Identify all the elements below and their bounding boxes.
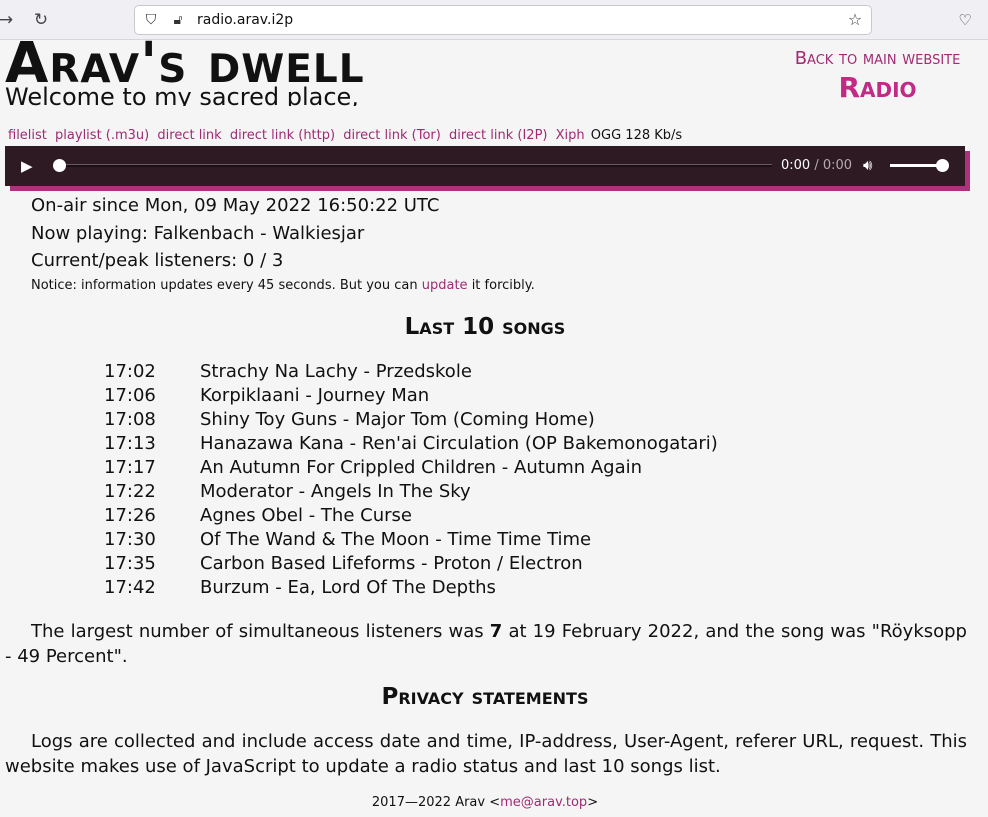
list-item: 17:06 Korpiklaani - Journey Man <box>104 384 718 408</box>
record-text-before: The largest number of simultaneous liste… <box>31 621 490 642</box>
list-item: 17:17 An Autumn For Crippled Children - A… <box>104 456 718 480</box>
audio-player: ▶ 0:00 / 0:00 🔊︎ <box>5 146 965 186</box>
site-title: Arav's dwelling <box>5 40 365 96</box>
footer-text-after: > <box>587 795 599 810</box>
time-display: 0:00 / 0:00 <box>781 158 852 173</box>
time-separator: / <box>810 158 823 173</box>
list-item: 17:13 Hanazawa Kana - Ren'ai Circulation … <box>104 432 718 456</box>
lock-warning-icon[interactable]: 🔓︎ <box>170 12 186 28</box>
current-time: 0:00 <box>781 158 811 173</box>
direct-link-tor[interactable]: direct link (Tor) <box>343 128 441 143</box>
stream-links: filelist playlist (.m3u) direct link dir… <box>8 128 686 143</box>
page-title: Radio <box>838 71 917 104</box>
list-item: 17:22 Moderator - Angels In The Sky <box>104 480 718 504</box>
volume-slider[interactable] <box>890 164 942 167</box>
notice-text-after: it forcibly. <box>467 278 535 293</box>
notice-text-before: Notice: information updates every 45 sec… <box>31 278 422 293</box>
record-count: 7 <box>489 621 503 642</box>
song-time: 17:26 <box>104 505 156 526</box>
song-title: Burzum - Ea, Lord Of The Depths <box>200 577 496 598</box>
song-time: 17:22 <box>104 481 156 502</box>
listeners-count: Current/peak listeners: 0 / 3 <box>31 250 284 271</box>
reload-icon[interactable]: ↻ <box>31 10 51 30</box>
last-songs-list: 17:02 Strachy Na Lachy - Przedskole 17:06… <box>104 360 718 600</box>
song-time: 17:13 <box>104 433 156 454</box>
seek-handle[interactable] <box>53 159 66 172</box>
song-title: Of The Wand & The Moon - Time Time Time <box>200 529 592 550</box>
shield-icon[interactable]: ⛉ <box>143 12 159 28</box>
filelist-link[interactable]: filelist <box>8 128 47 143</box>
song-title: Shiny Toy Guns - Major Tom (Coming Home) <box>200 409 595 430</box>
xiph-link[interactable]: Xiph <box>556 128 585 143</box>
back-to-main-link[interactable]: Back to main website <box>780 48 975 69</box>
header-nav: Back to main website Radio <box>780 48 975 104</box>
list-item: 17:30 Of The Wand & The Moon - Time Time … <box>104 528 718 552</box>
list-item: 17:08 Shiny Toy Guns - Major Tom (Coming … <box>104 408 718 432</box>
song-title: Korpiklaani - Journey Man <box>200 385 430 406</box>
now-playing: Now playing: Falkenbach - Walkiesjar <box>31 222 365 244</box>
volume-handle[interactable] <box>936 159 949 172</box>
url-text[interactable]: radio.arav.i2p <box>197 12 293 28</box>
bookmark-star-icon[interactable]: ☆ <box>847 12 863 28</box>
direct-link[interactable]: direct link <box>157 128 221 143</box>
volume-icon[interactable]: 🔊︎ <box>863 156 881 174</box>
footer-text-before: 2017—2022 Arav < <box>371 795 501 810</box>
song-time: 17:02 <box>104 361 156 382</box>
update-notice: Notice: information updates every 45 sec… <box>31 278 535 293</box>
site-title-block: Arav's dwelling Welcome to my sacred pla… <box>5 40 365 106</box>
browser-toolbar: → ↻ ⛉ 🔓︎ radio.arav.i2p ☆ ♡ <box>0 0 988 40</box>
site-subtitle: Welcome to my sacred place, wanderer <box>5 83 365 106</box>
stream-format: OGG 128 Kb/s <box>590 128 683 143</box>
playlist-link[interactable]: playlist (.m3u) <box>55 128 149 143</box>
pocket-icon[interactable]: ♡ <box>955 10 975 30</box>
update-link[interactable]: update <box>422 278 468 293</box>
list-item: 17:42 Burzum - Ea, Lord Of The Depths <box>104 576 718 600</box>
footer: 2017—2022 Arav <me@arav.top> <box>0 795 970 810</box>
list-item: 17:02 Strachy Na Lachy - Przedskole <box>104 360 718 384</box>
privacy-heading: Privacy statements <box>381 684 589 710</box>
listeners-record: The largest number of simultaneous liste… <box>5 619 967 669</box>
back-arrow-icon[interactable]: → <box>0 10 16 30</box>
privacy-text: Logs are collected and include access da… <box>5 731 967 777</box>
song-time: 17:42 <box>104 577 156 598</box>
email-link[interactable]: me@arav.top <box>500 795 587 810</box>
play-icon[interactable]: ▶ <box>21 157 39 175</box>
song-time: 17:30 <box>104 529 156 550</box>
last-songs-heading: Last 10 songs <box>404 314 566 340</box>
seek-bar[interactable] <box>60 164 772 167</box>
song-title: Hanazawa Kana - Ren'ai Circulation (OP B… <box>200 433 718 454</box>
song-title: An Autumn For Crippled Children - Autumn… <box>200 457 643 478</box>
on-air-since: On-air since Mon, 09 May 2022 16:50:22 U… <box>31 195 440 216</box>
duration: 0:00 <box>822 158 853 173</box>
song-time: 17:08 <box>104 409 156 430</box>
song-time: 17:35 <box>104 553 156 574</box>
radio-status: On-air since Mon, 09 May 2022 16:50:22 U… <box>31 192 439 275</box>
song-title: Moderator - Angels In The Sky <box>200 481 471 502</box>
direct-link-i2p[interactable]: direct link (I2P) <box>449 128 548 143</box>
song-title: Agnes Obel - The Curse <box>200 505 412 526</box>
song-time: 17:06 <box>104 385 156 406</box>
list-item: 17:26 Agnes Obel - The Curse <box>104 504 718 528</box>
song-title: Carbon Based Lifeforms - Proton / Electr… <box>200 553 583 574</box>
direct-link-http[interactable]: direct link (http) <box>230 128 335 143</box>
song-title: Strachy Na Lachy - Przedskole <box>200 361 472 382</box>
address-bar[interactable]: ⛉ 🔓︎ radio.arav.i2p ☆ <box>134 5 872 35</box>
list-item: 17:35 Carbon Based Lifeforms - Proton / E… <box>104 552 718 576</box>
song-time: 17:17 <box>104 457 156 478</box>
